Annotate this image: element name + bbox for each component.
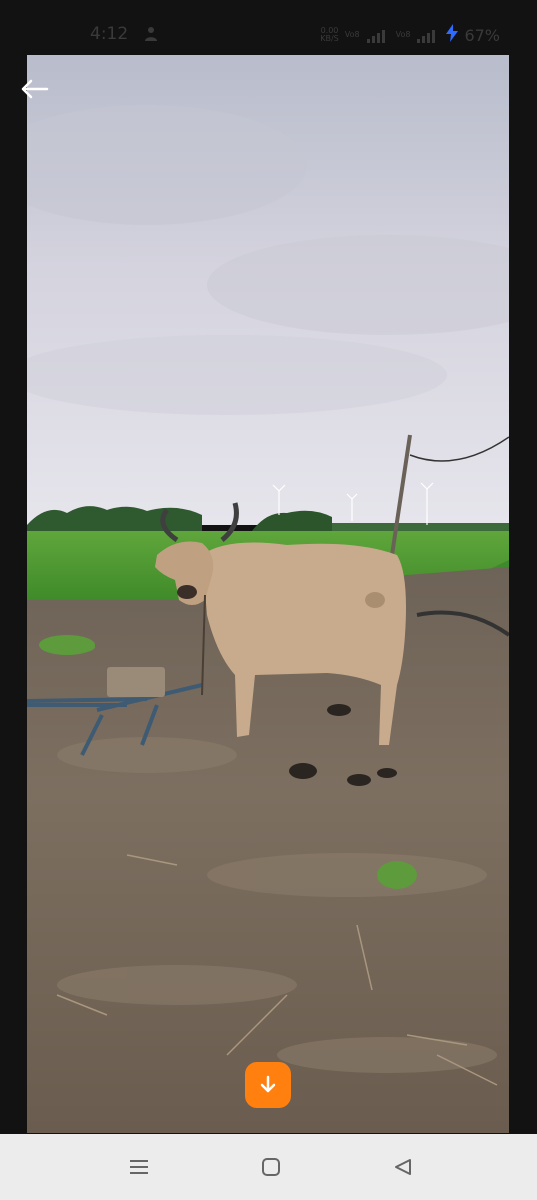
navigation-bar bbox=[0, 1134, 537, 1200]
net-speed-unit: KB/S bbox=[320, 34, 339, 43]
back-button[interactable] bbox=[16, 74, 52, 104]
home-icon bbox=[262, 1158, 280, 1176]
home-button[interactable] bbox=[256, 1154, 286, 1180]
download-button[interactable] bbox=[245, 1062, 291, 1108]
volte-label: Vo8 bbox=[344, 30, 360, 39]
status-indicators: 0.00 KB/S Vo8 Vo8 67% bbox=[320, 24, 500, 46]
photo-scene bbox=[27, 55, 509, 1133]
menu-icon bbox=[130, 1160, 148, 1174]
recent-apps-button[interactable] bbox=[124, 1154, 154, 1180]
sim2-label: Vo8 bbox=[395, 30, 411, 39]
status-bar: 4:12 0.00 KB/S Vo8 Vo8 67% bbox=[0, 0, 537, 56]
signal-icon bbox=[416, 28, 440, 43]
arrow-down-icon bbox=[260, 1075, 276, 1093]
battery-percent: 67% bbox=[464, 25, 500, 45]
photo-view[interactable] bbox=[27, 55, 509, 1133]
person-icon bbox=[143, 26, 159, 42]
charging-icon bbox=[446, 24, 459, 46]
status-time: 4:12 bbox=[90, 24, 129, 44]
net-speed: 0.00 KB/S bbox=[320, 27, 339, 43]
back-triangle-icon bbox=[395, 1159, 411, 1175]
signal-icon bbox=[366, 28, 390, 43]
arrow-left-icon bbox=[21, 79, 49, 99]
nav-back-button[interactable] bbox=[388, 1154, 418, 1180]
